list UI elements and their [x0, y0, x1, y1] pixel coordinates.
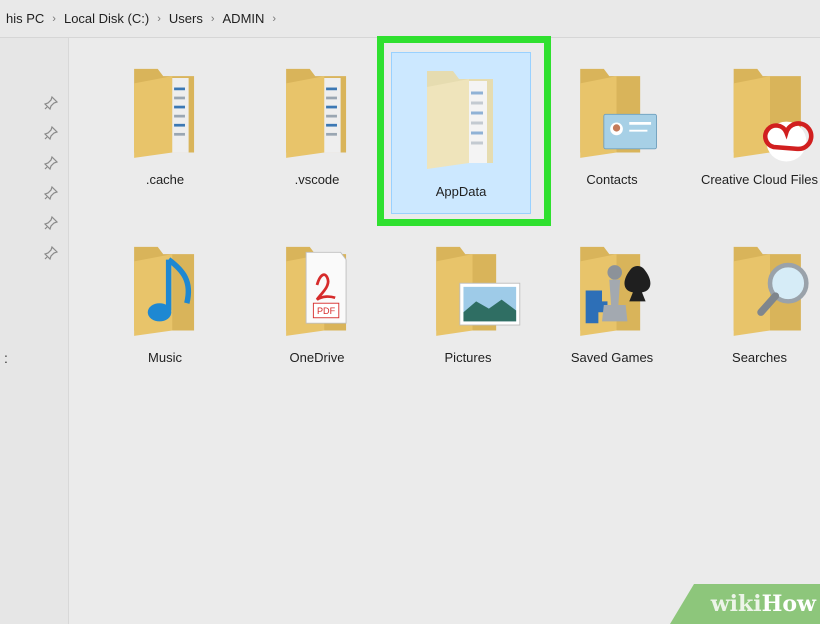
folder-label: Contacts: [586, 172, 638, 187]
folder-vscode[interactable]: .vscode: [254, 58, 380, 188]
folder-contacts[interactable]: Contacts: [549, 58, 675, 188]
pin-icon[interactable]: [44, 216, 58, 230]
folder-label: .cache: [145, 172, 185, 187]
breadcrumb-local-disk[interactable]: Local Disk (C:): [64, 11, 149, 26]
folder-label: OneDrive: [289, 350, 345, 365]
pdf-folder-icon: PDF: [286, 246, 347, 336]
creative-cloud-folder-icon: [733, 68, 813, 162]
folder-label: AppData: [435, 184, 487, 199]
saved-games-folder-icon: [580, 246, 651, 336]
folder-creative-cloud[interactable]: Creative Cloud Files: [699, 58, 820, 188]
folder-files-icon: [134, 68, 195, 158]
pin-icon[interactable]: [44, 96, 58, 110]
folder-pictures[interactable]: Pictures: [405, 236, 531, 366]
folder-label: .vscode: [294, 172, 340, 187]
folder-music[interactable]: Music: [102, 236, 228, 366]
chevron-right-icon[interactable]: ›: [52, 13, 56, 25]
music-folder-icon: [134, 246, 195, 336]
watermark-suffix: How: [761, 591, 816, 617]
breadcrumb-users[interactable]: Users: [169, 11, 203, 26]
folder-label: Saved Games: [570, 350, 654, 365]
svg-text:PDF: PDF: [317, 306, 336, 316]
wikihow-watermark: wiki How: [670, 584, 820, 624]
chevron-right-icon[interactable]: ›: [211, 13, 215, 25]
folder-label: Music: [148, 350, 182, 365]
folder-cache[interactable]: .cache: [102, 58, 228, 188]
contacts-folder-icon: [580, 68, 657, 158]
nav-item-edge[interactable]: :: [4, 350, 8, 366]
pin-icon[interactable]: [44, 246, 58, 260]
folder-label: Creative Cloud Files: [700, 172, 819, 187]
folder-label: Pictures: [444, 350, 492, 365]
pin-icon[interactable]: [44, 126, 58, 140]
folder-searches[interactable]: Searches: [699, 236, 820, 366]
pictures-folder-icon: [436, 246, 521, 336]
pin-icon[interactable]: [44, 156, 58, 170]
folder-onedrive[interactable]: PDF OneDrive: [254, 236, 380, 366]
breadcrumb: his PC › Local Disk (C:) › Users › ADMIN…: [0, 0, 820, 38]
folder-files-icon: [427, 71, 493, 169]
chevron-right-icon[interactable]: ›: [272, 13, 276, 25]
breadcrumb-this-pc[interactable]: his PC: [6, 11, 44, 26]
breadcrumb-admin[interactable]: ADMIN: [223, 11, 265, 26]
folder-saved-games[interactable]: Saved Games: [549, 236, 675, 366]
searches-folder-icon: [733, 246, 809, 336]
folder-files-icon: [286, 68, 347, 158]
watermark-prefix: wiki: [710, 591, 762, 617]
folder-appdata[interactable]: AppData: [391, 52, 531, 214]
navigation-pane[interactable]: :: [0, 38, 69, 624]
pin-icon[interactable]: [44, 186, 58, 200]
chevron-right-icon[interactable]: ›: [157, 13, 161, 25]
file-view[interactable]: .cache .vscode AppData Contacts Creative…: [69, 38, 820, 624]
folder-label: Searches: [732, 350, 787, 365]
